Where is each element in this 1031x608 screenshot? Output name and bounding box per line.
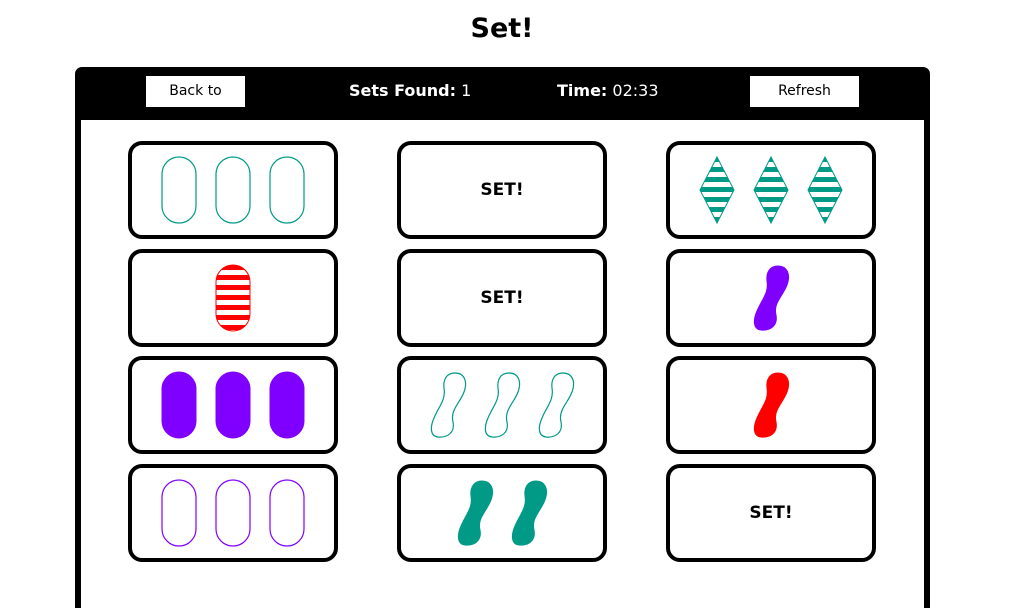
squiggle-symbol <box>430 372 467 438</box>
oval-symbols <box>161 156 305 224</box>
card-r2c1[interactable] <box>128 249 338 347</box>
diamond-symbol <box>699 155 735 225</box>
oval-symbols <box>161 479 305 547</box>
card-r4c3[interactable]: SET! <box>666 464 876 562</box>
oval-symbol <box>269 371 305 439</box>
card-board: SET! SET! SET! <box>81 120 924 608</box>
card-r4c1[interactable] <box>128 464 338 562</box>
refresh-board-button[interactable]: Refresh Board <box>750 76 859 130</box>
squiggle-symbol <box>538 372 575 438</box>
time-stat: Time: 02:33 <box>557 81 659 101</box>
card-r1c3[interactable] <box>666 141 876 239</box>
oval-symbol <box>215 264 251 332</box>
time-value: 02:33 <box>612 81 659 100</box>
oval-symbol <box>269 479 305 547</box>
oval-symbol <box>215 479 251 547</box>
set-found-label: SET! <box>749 503 793 523</box>
card-r1c1[interactable] <box>128 141 338 239</box>
squiggle-symbol <box>511 480 548 546</box>
diamond-symbols <box>699 155 843 225</box>
oval-symbol <box>269 156 305 224</box>
squiggle-symbols <box>753 265 790 331</box>
squiggle-symbols <box>753 372 790 438</box>
sets-found-stat: Sets Found: 1 <box>349 81 471 101</box>
oval-symbols <box>215 264 251 332</box>
diamond-symbol <box>807 155 843 225</box>
oval-symbol <box>215 371 251 439</box>
sets-found-value: 1 <box>461 81 472 100</box>
card-r4c2[interactable] <box>397 464 607 562</box>
squiggle-symbol <box>753 265 790 331</box>
card-r3c2[interactable] <box>397 356 607 454</box>
diamond-symbol <box>753 155 789 225</box>
oval-symbol <box>161 479 197 547</box>
oval-symbol <box>215 156 251 224</box>
card-r2c2[interactable]: SET! <box>397 249 607 347</box>
time-label: Time: <box>557 81 608 100</box>
game-panel: Back to Main Sets Found: 1 Time: 02:33 R… <box>75 67 930 608</box>
card-r2c3[interactable] <box>666 249 876 347</box>
squiggle-symbols <box>430 372 575 438</box>
card-r3c1[interactable] <box>128 356 338 454</box>
squiggle-symbol <box>753 372 790 438</box>
set-found-label: SET! <box>480 180 524 200</box>
card-r3c3[interactable] <box>666 356 876 454</box>
header-bar: Back to Main Sets Found: 1 Time: 02:33 R… <box>75 67 930 130</box>
squiggle-symbol <box>484 372 521 438</box>
oval-symbols <box>161 371 305 439</box>
oval-symbol <box>161 371 197 439</box>
oval-symbol <box>161 156 197 224</box>
set-found-label: SET! <box>480 288 524 308</box>
page-title: Set! <box>470 13 534 44</box>
card-r1c2[interactable]: SET! <box>397 141 607 239</box>
sets-found-label: Sets Found: <box>349 81 457 100</box>
squiggle-symbol <box>457 480 494 546</box>
back-to-main-button[interactable]: Back to Main <box>146 76 245 130</box>
squiggle-symbols <box>457 480 548 546</box>
